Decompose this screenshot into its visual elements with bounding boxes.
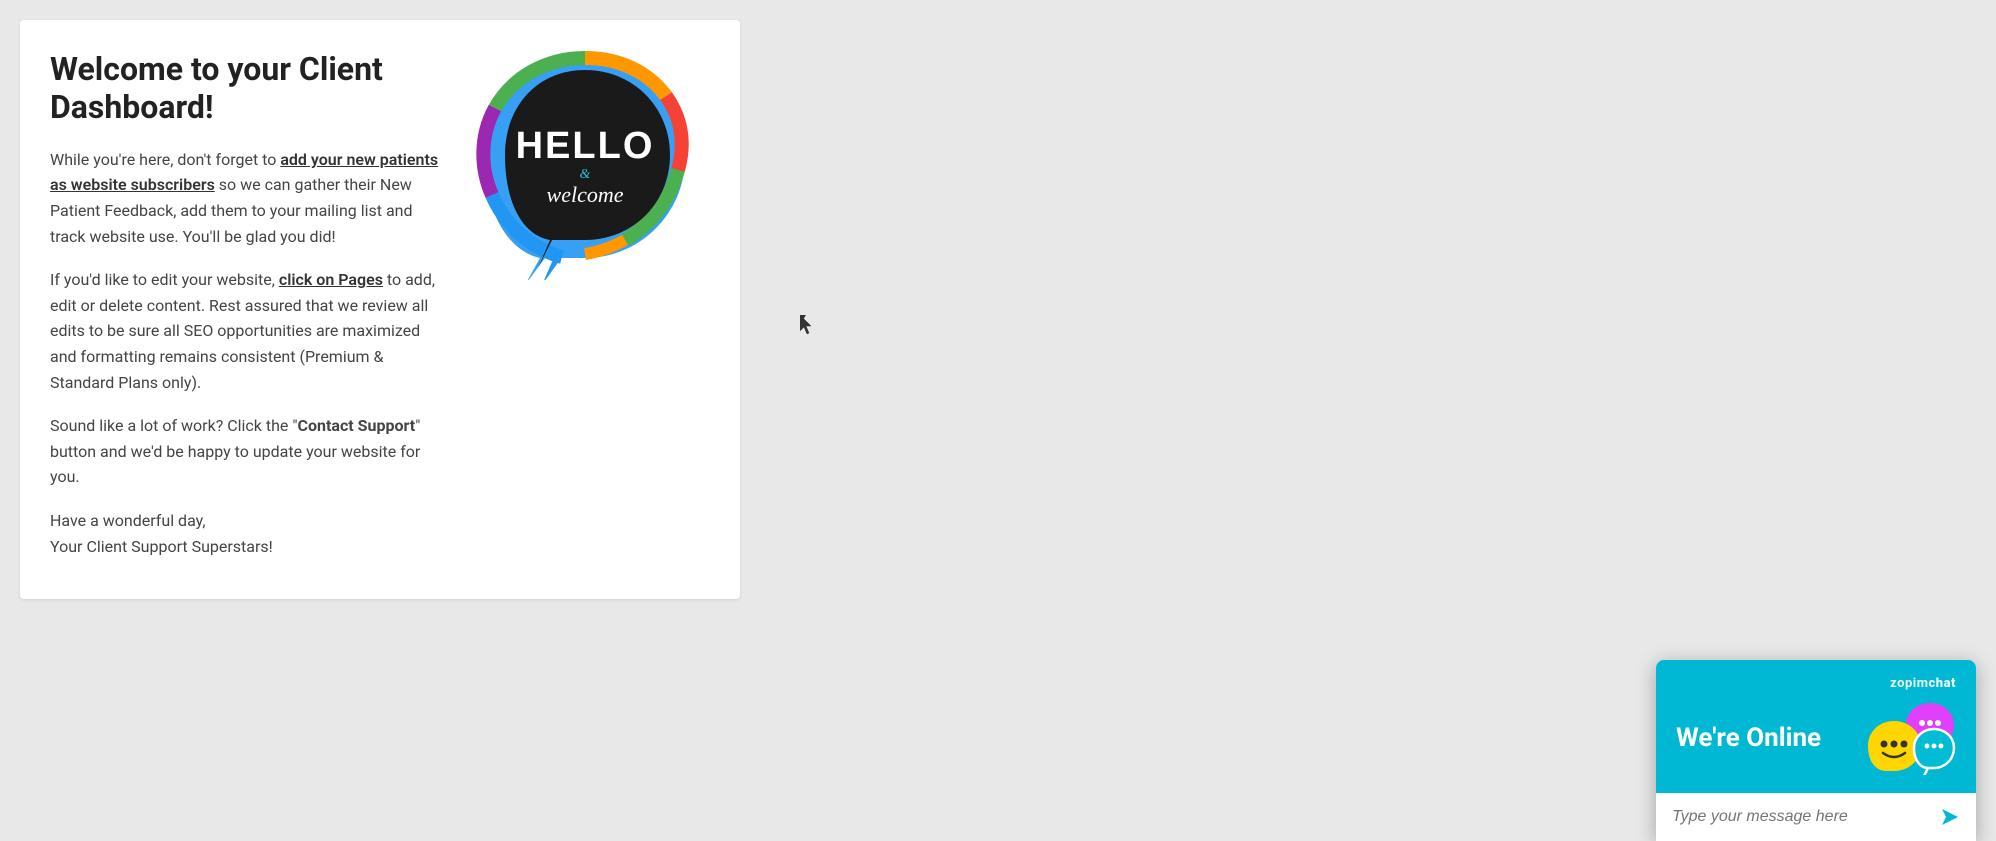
chat-message-input[interactable]: [1672, 808, 1930, 826]
contact-support-text: Contact Support: [298, 416, 416, 435]
chat-icons: [1866, 703, 1956, 773]
chat-smileys-svg: [1866, 703, 1956, 775]
svg-text:HELLO: HELLO: [516, 125, 655, 167]
dashboard-title: Welcome to your Client Dashboard!: [50, 50, 450, 127]
hello-welcome-svg: HELLO & welcome: [470, 50, 700, 280]
paragraph-2: If you'd like to edit your website, clic…: [50, 267, 450, 395]
paragraph-1: While you're here, don't forget to add y…: [50, 147, 450, 249]
para1-pre: While you're here, don't forget to: [50, 150, 280, 169]
mouse-cursor: [800, 315, 812, 333]
para4-line1: Have a wonderful day,: [50, 511, 206, 530]
chat-send-button[interactable]: [1940, 807, 1960, 827]
hello-welcome-image: HELLO & welcome: [470, 50, 710, 290]
main-content: Welcome to your Client Dashboard! While …: [0, 0, 760, 619]
para3-pre: Sound like a lot of work? Click the ": [50, 416, 298, 435]
click-pages-link[interactable]: click on Pages: [279, 270, 383, 289]
zopim-brand: zopimchat: [1676, 676, 1956, 691]
svg-text:welcome: welcome: [547, 182, 624, 207]
brand-bold: chat: [1929, 676, 1956, 691]
brand-pre: zopim: [1890, 676, 1928, 691]
svg-text:&: &: [580, 167, 591, 182]
para2-pre: If you'd like to edit your website,: [50, 270, 279, 289]
chat-widget[interactable]: zopimchat We're Online: [1656, 660, 1976, 841]
paragraph-3: Sound like a lot of work? Click the "Con…: [50, 413, 450, 490]
para4-line2: Your Client Support Superstars!: [50, 537, 273, 556]
online-status: We're Online: [1676, 723, 1821, 753]
dashboard-card: Welcome to your Client Dashboard! While …: [20, 20, 740, 599]
chat-online-area: We're Online: [1676, 703, 1956, 773]
chat-header: zopimchat We're Online: [1656, 660, 1976, 793]
chat-input-area[interactable]: [1656, 793, 1976, 841]
send-arrow-icon: [1940, 807, 1960, 827]
paragraph-4: Have a wonderful day, Your Client Suppor…: [50, 508, 450, 559]
dashboard-text: Welcome to your Client Dashboard! While …: [50, 50, 450, 559]
